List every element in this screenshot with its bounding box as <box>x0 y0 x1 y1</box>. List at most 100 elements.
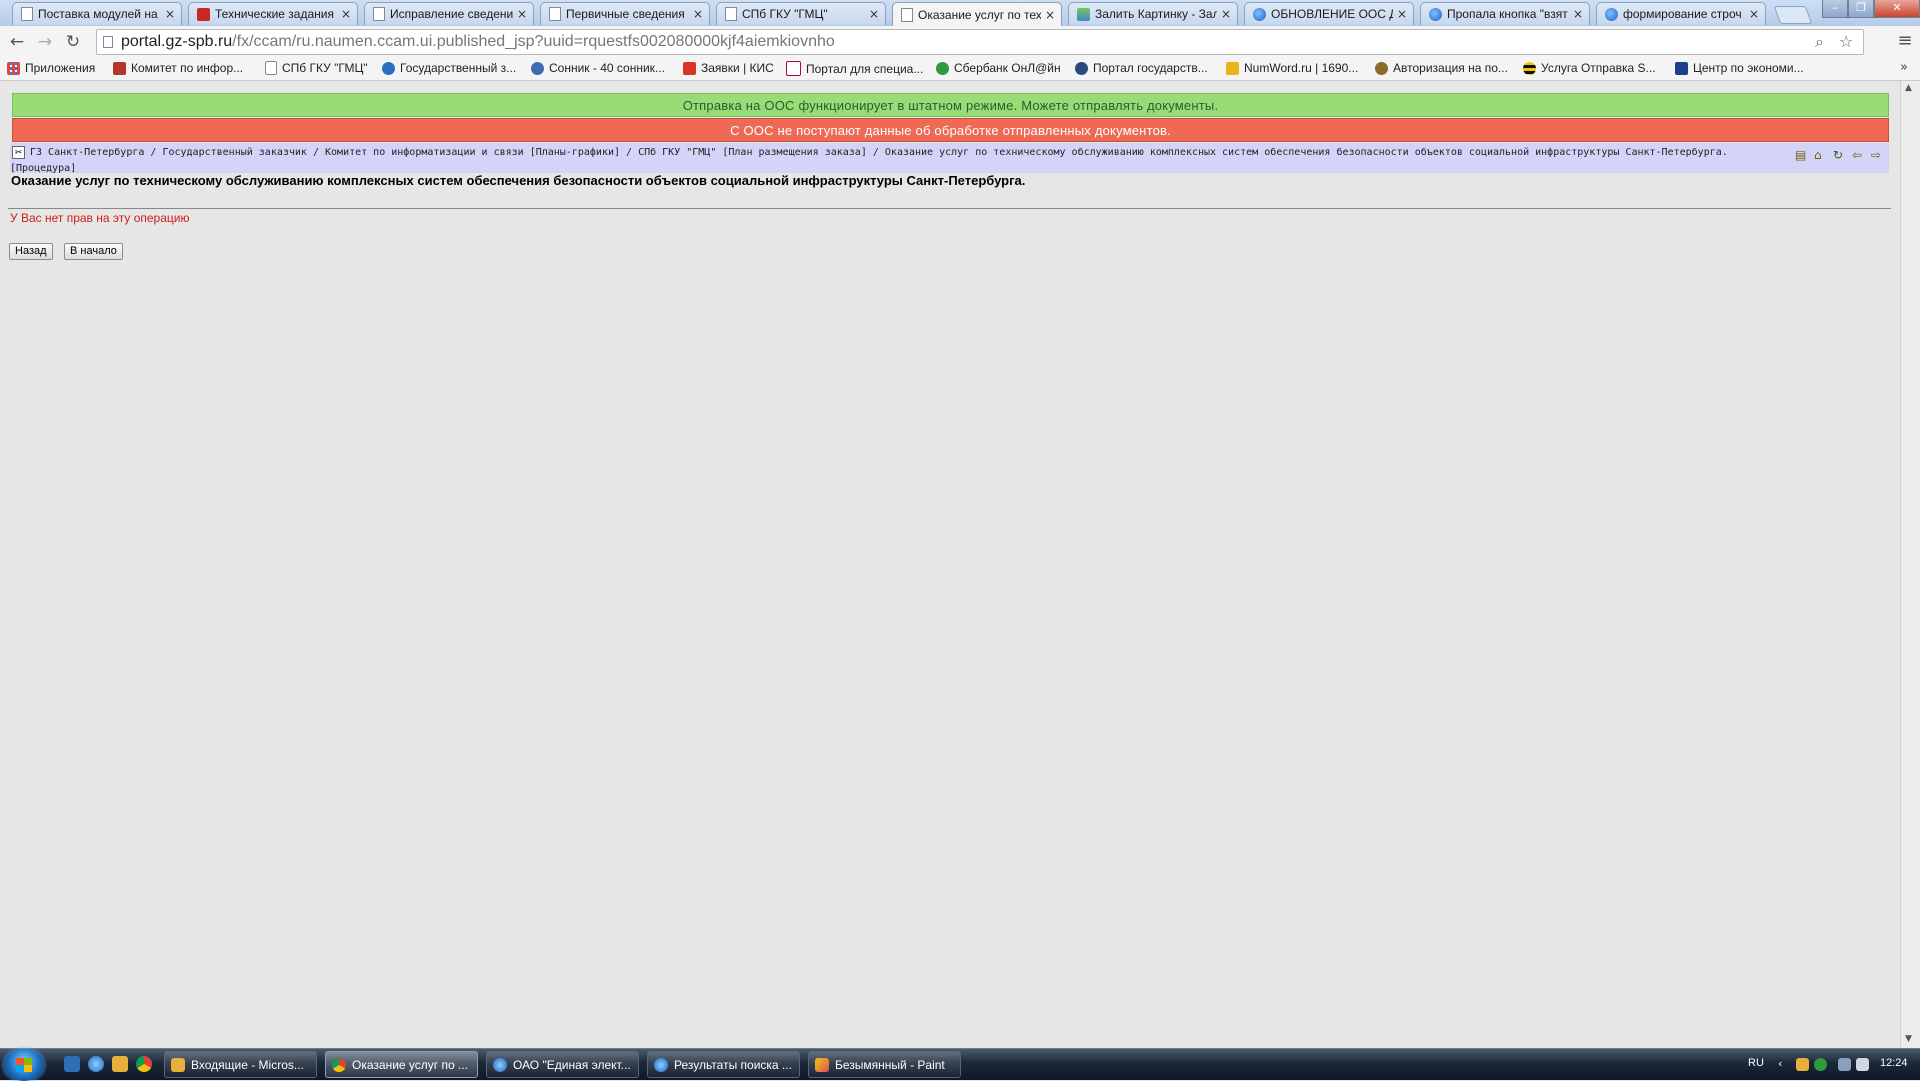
prev-arrow-icon[interactable]: ⇦ <box>1852 148 1862 162</box>
close-icon[interactable]: × <box>1749 7 1759 21</box>
start-button[interactable] <box>4 1049 44 1081</box>
mail-tray-icon[interactable] <box>1796 1058 1809 1071</box>
taskbar-window-chrome[interactable]: Оказание услуг по ... <box>325 1051 478 1078</box>
maximize-icon[interactable]: ❐ <box>1848 0 1874 18</box>
show-desktop-icon[interactable] <box>64 1056 80 1072</box>
taskbar: Входящие - Micros... Оказание услуг по .… <box>0 1048 1920 1081</box>
close-icon[interactable]: × <box>869 7 879 21</box>
folder-icon[interactable]: ▤ <box>1795 148 1806 162</box>
menu-icon[interactable]: ≡ <box>1895 31 1915 51</box>
more-bookmarks-icon[interactable]: » <box>1900 60 1908 75</box>
mail-icon[interactable] <box>112 1056 128 1072</box>
tab-4[interactable]: Первичные сведения × <box>540 2 710 25</box>
close-icon[interactable]: × <box>165 7 175 21</box>
language-indicator[interactable]: RU <box>1748 1057 1764 1069</box>
close-window-icon[interactable]: ✕ <box>1874 0 1920 18</box>
bookmark-item[interactable]: Сбербанк ОнЛ@йн <box>936 61 1061 75</box>
tray-expand-icon[interactable]: ‹ <box>1778 1057 1782 1070</box>
bookmarks-bar: Приложения Комитет по инфор... СПб ГКУ "… <box>0 58 1920 81</box>
back-button[interactable]: Назад <box>9 243 53 260</box>
crest-icon <box>113 61 126 75</box>
bookmark-item[interactable]: Портал государств... <box>1075 61 1208 75</box>
tab-2[interactable]: Технические задания × <box>188 2 358 25</box>
page-content: Отправка на ООС функционирует в штатном … <box>0 81 1900 1048</box>
close-icon[interactable]: × <box>517 7 527 21</box>
notice-ok: Отправка на ООС функционирует в штатном … <box>12 93 1889 117</box>
bookmark-label: СПб ГКУ "ГМЦ" <box>282 61 368 75</box>
search-icon[interactable]: ⌕ <box>1815 32 1824 52</box>
bookmark-item[interactable]: Портал для специа... <box>786 61 923 76</box>
security-tray-icon[interactable] <box>1814 1058 1827 1071</box>
home-button[interactable]: В начало <box>64 243 123 260</box>
economy-center-icon <box>1675 61 1688 75</box>
reload-icon[interactable]: ↻ <box>62 31 84 53</box>
tab-9[interactable]: Пропала кнопка "взят × <box>1420 2 1590 25</box>
red-site-icon <box>197 7 210 21</box>
tab-10[interactable]: формирование строч × <box>1596 2 1766 25</box>
taskbar-window-ie-2[interactable]: Результаты поиска ... <box>647 1051 800 1078</box>
tab-title: СПб ГКУ "ГМЦ" <box>742 7 828 21</box>
bookmark-label: Приложения <box>25 61 96 75</box>
clock[interactable]: 12:24 <box>1880 1057 1908 1069</box>
eagle-icon <box>1375 61 1388 75</box>
scroll-up-icon[interactable]: ▲ <box>1905 83 1912 93</box>
close-icon[interactable]: × <box>1045 8 1055 22</box>
url-host: portal.gz-spb.ru <box>121 33 233 50</box>
image-site-icon <box>1077 7 1090 21</box>
page-info-icon[interactable] <box>103 36 113 48</box>
new-tab-button[interactable] <box>1773 6 1813 24</box>
tab-5[interactable]: СПб ГКУ "ГМЦ" × <box>716 2 886 25</box>
sberbank-icon <box>936 61 949 75</box>
chrome-icon[interactable] <box>136 1056 152 1072</box>
bookmark-item[interactable]: СПб ГКУ "ГМЦ" <box>265 61 368 75</box>
vertical-scrollbar[interactable]: ▲ ▼ <box>1900 81 1920 1048</box>
close-icon[interactable]: × <box>1573 7 1583 21</box>
close-icon[interactable]: × <box>341 7 351 21</box>
bookmark-item[interactable]: Заявки | КИС <box>683 61 774 75</box>
home-icon[interactable]: ⌂ <box>1814 148 1822 162</box>
document-icon <box>373 7 385 21</box>
chrome-icon <box>332 1057 346 1072</box>
refresh-icon[interactable]: ↻ <box>1833 148 1843 162</box>
internet-explorer-icon[interactable] <box>88 1056 104 1072</box>
tab-3[interactable]: Исправление сведени × <box>364 2 534 25</box>
tab-1[interactable]: Поставка модулей на × <box>12 2 182 25</box>
minimize-icon[interactable]: – <box>1822 0 1848 18</box>
bookmark-item[interactable]: Комитет по инфор... <box>113 61 243 75</box>
volume-icon[interactable] <box>1856 1058 1869 1071</box>
bookmark-apps[interactable]: Приложения <box>7 61 95 75</box>
address-bar[interactable]: portal.gz-spb.ru/fx/ccam/ru.naumen.ccam.… <box>96 29 1864 55</box>
bookmark-item[interactable]: Центр по экономи... <box>1675 61 1804 75</box>
bookmark-label: Портал для специа... <box>806 61 924 76</box>
moon-icon <box>531 61 544 75</box>
red-site-icon <box>683 61 696 75</box>
bookmark-item[interactable]: Авторизация на по... <box>1375 61 1508 75</box>
network-icon[interactable] <box>1838 1058 1851 1071</box>
forward-arrow-icon[interactable]: → <box>34 31 56 53</box>
bookmark-label: Сонник - 40 сонник... <box>549 61 665 75</box>
tab-8[interactable]: ОБНОВЛЕНИЕ ООС Д × <box>1244 2 1414 25</box>
gov-portal-icon <box>1075 61 1088 75</box>
star-icon[interactable]: ☆ <box>1839 32 1853 51</box>
address-url[interactable]: portal.gz-spb.ru/fx/ccam/ru.naumen.ccam.… <box>121 33 835 51</box>
globe-icon <box>382 61 395 75</box>
taskbar-window-ie-1[interactable]: ОАО "Единая элект... <box>486 1051 639 1078</box>
internet-explorer-icon <box>493 1057 507 1072</box>
back-arrow-icon[interactable]: ← <box>6 31 28 53</box>
globe-icon <box>1253 7 1266 21</box>
bookmark-item[interactable]: NumWord.ru | 1690... <box>1226 61 1358 75</box>
close-icon[interactable]: × <box>1221 7 1231 21</box>
bookmark-item[interactable]: Государственный з... <box>382 61 516 75</box>
bookmark-label: Комитет по инфор... <box>131 61 244 75</box>
taskbar-window-outlook[interactable]: Входящие - Micros... <box>164 1051 317 1078</box>
scroll-down-icon[interactable]: ▼ <box>1905 1034 1912 1044</box>
close-icon[interactable]: × <box>1397 7 1407 21</box>
tab-7[interactable]: Залить Картинку - Зал × <box>1068 2 1238 25</box>
close-icon[interactable]: × <box>693 7 703 21</box>
bookmark-item[interactable]: Услуга Отправка S... <box>1523 61 1656 75</box>
tab-6-active[interactable]: Оказание услуг по тех × <box>892 2 1062 26</box>
taskbar-window-paint[interactable]: Безымянный - Paint <box>808 1051 961 1078</box>
next-arrow-icon[interactable]: ⇨ <box>1871 148 1881 162</box>
bookmark-item[interactable]: Сонник - 40 сонник... <box>531 61 665 75</box>
numword-icon <box>1226 61 1239 75</box>
